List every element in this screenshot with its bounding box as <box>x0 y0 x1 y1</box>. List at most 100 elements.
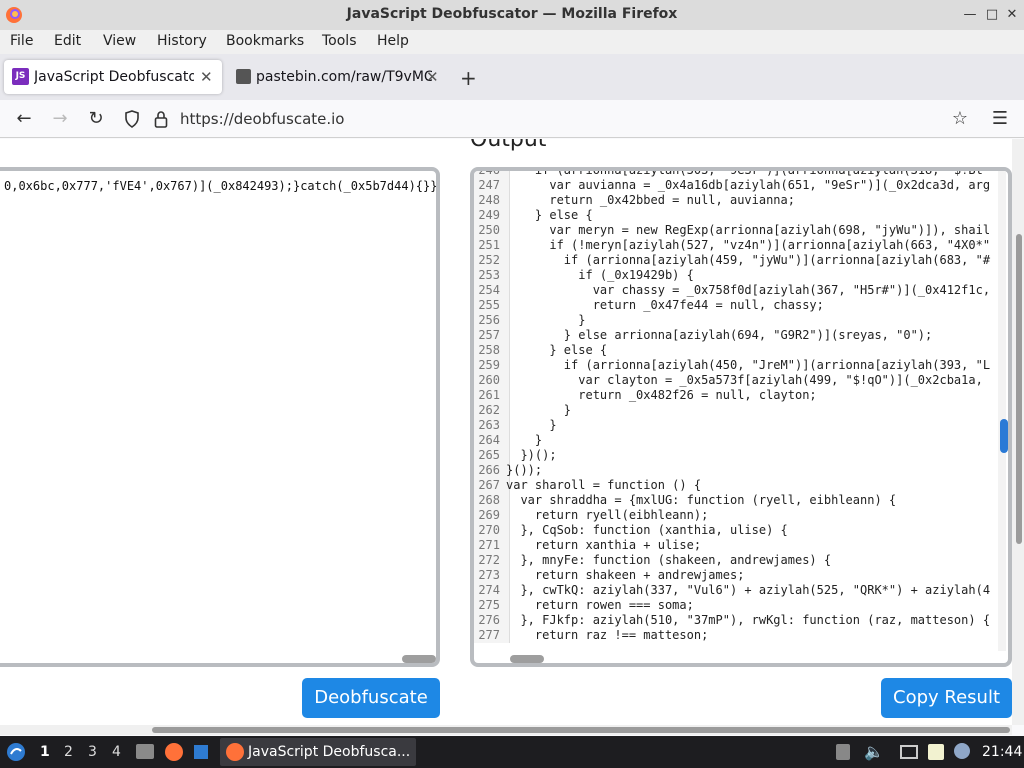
code-line: 251 if (!meryn[aziylah(527, "vz4n")](arr… <box>474 238 996 253</box>
menu-history[interactable]: History <box>157 33 207 49</box>
tab-deobfuscator[interactable]: JS JavaScript Deobfuscator ✕ <box>4 60 222 94</box>
code-line: 258 } else { <box>474 343 996 358</box>
workspace-3[interactable]: 3 <box>88 744 97 760</box>
minimize-button[interactable]: — <box>962 7 978 22</box>
new-tab-icon[interactable]: + <box>460 66 477 90</box>
start-menu-icon[interactable] <box>6 742 26 762</box>
line-number: 277 <box>478 628 500 642</box>
code-line: 271 return xanthia + ulise; <box>474 538 996 553</box>
code-line: 267 var sharoll = function () { <box>474 478 996 493</box>
bookmark-star-icon[interactable]: ☆ <box>948 107 972 131</box>
line-number: 251 <box>478 238 500 252</box>
line-number: 252 <box>478 253 500 267</box>
code-line: 265 })(); <box>474 448 996 463</box>
tray-upload-icon[interactable] <box>836 744 850 760</box>
back-arrow-icon[interactable]: ← <box>12 107 36 131</box>
menu-edit[interactable]: Edit <box>54 33 81 49</box>
menu-view[interactable]: View <box>103 33 136 49</box>
network-icon[interactable] <box>954 743 970 759</box>
line-text: if (arrionna[aziylah(459, "jyWu")](arrio… <box>506 253 991 267</box>
maximize-button[interactable]: □ <box>984 7 1000 22</box>
code-line: 256 } <box>474 313 996 328</box>
line-number: 259 <box>478 358 500 372</box>
menu-bookmarks[interactable]: Bookmarks <box>226 33 304 49</box>
window-titlebar: JavaScript Deobfuscator — Mozilla Firefo… <box>0 0 1024 30</box>
line-number: 267 <box>478 478 500 492</box>
output-v-scrollbar[interactable] <box>998 171 1006 651</box>
close-tab-icon[interactable]: ✕ <box>426 68 439 86</box>
display-icon[interactable] <box>900 745 918 759</box>
code-line: 255 return _0x47fe44 = null, chassy; <box>474 298 996 313</box>
reload-icon[interactable]: ↻ <box>84 107 108 131</box>
workspace-1[interactable]: 1 <box>40 744 50 760</box>
line-number: 254 <box>478 283 500 297</box>
code-line: 273 return shakeen + andrewjames; <box>474 568 996 583</box>
workspace-2[interactable]: 2 <box>64 744 73 760</box>
output-editor[interactable]: 246 if (arrionna[aziylah(303, "9eSr")](a… <box>470 167 1012 667</box>
line-text: return _0x47fe44 = null, chassy; <box>506 298 824 312</box>
input-editor[interactable]: 0,0x6bc,0x777,'fVE4',0x767)](_0x842493);… <box>0 167 440 667</box>
line-text: return raz !== matteson; <box>506 628 709 642</box>
line-number: 266 <box>478 463 500 477</box>
code-line: 246 if (arrionna[aziylah(303, "9eSr")](a… <box>474 171 996 178</box>
line-number: 253 <box>478 268 500 282</box>
workspace-4[interactable]: 4 <box>112 744 121 760</box>
window-icon[interactable] <box>194 745 208 759</box>
code-line: 262 } <box>474 403 996 418</box>
line-text: } <box>506 313 586 327</box>
output-h-scrollbar[interactable] <box>510 655 544 663</box>
code-line: 277 return raz !== matteson; <box>474 628 996 643</box>
menu-file[interactable]: File <box>10 33 33 49</box>
line-text: return _0x482f26 = null, clayton; <box>506 388 817 402</box>
output-code: 246 if (arrionna[aziylah(303, "9eSr")](a… <box>474 171 996 643</box>
line-number: 272 <box>478 553 500 567</box>
code-line: 274 }, cwTkQ: aziylah(337, "Vul6") + azi… <box>474 583 996 598</box>
firefox-launcher-icon[interactable] <box>165 743 183 761</box>
line-number: 269 <box>478 508 500 522</box>
menu-tools[interactable]: Tools <box>322 33 357 49</box>
deobfuscate-button[interactable]: Deobfuscate <box>302 678 440 718</box>
line-number: 260 <box>478 373 500 387</box>
code-line: 269 return ryell(eibhleann); <box>474 508 996 523</box>
code-line: 268 var shraddha = {mxlUG: function (rye… <box>474 493 996 508</box>
taskbar-app-label: JavaScript Deobfusca... <box>248 744 411 760</box>
line-text: } else { <box>506 208 593 222</box>
clipboard-icon[interactable] <box>928 744 944 760</box>
input-code: 0,0x6bc,0x777,'fVE4',0x767)](_0x842493);… <box>4 179 438 193</box>
line-text: var auvianna = _0x4a16db[aziylah(651, "9… <box>506 178 991 192</box>
code-line: 276 }, FJkfp: aziylah(510, "37mP"), rwKg… <box>474 613 996 628</box>
line-number: 261 <box>478 388 500 402</box>
line-number: 265 <box>478 448 500 462</box>
code-line: 270 }, CqSob: function (xanthia, ulise) … <box>474 523 996 538</box>
line-number: 271 <box>478 538 500 552</box>
forward-arrow-icon[interactable]: → <box>48 107 72 131</box>
code-line: 266}()); <box>474 463 996 478</box>
close-window-button[interactable]: ✕ <box>1004 7 1020 22</box>
line-text: var chassy = _0x758f0d[aziylah(367, "H5r… <box>506 283 991 297</box>
shield-icon[interactable] <box>124 110 140 128</box>
firefox-icon <box>226 743 244 761</box>
code-line: 261 return _0x482f26 = null, clayton; <box>474 388 996 403</box>
copy-result-button[interactable]: Copy Result <box>881 678 1012 718</box>
close-tab-icon[interactable]: ✕ <box>200 68 213 86</box>
code-line: 254 var chassy = _0x758f0d[aziylah(367, … <box>474 283 996 298</box>
url-bar[interactable]: https://deobfuscate.io <box>180 110 344 128</box>
line-number: 270 <box>478 523 500 537</box>
hamburger-menu-icon[interactable]: ☰ <box>988 107 1012 131</box>
line-number: 274 <box>478 583 500 597</box>
page-v-scrollbar-thumb[interactable] <box>1016 234 1022 544</box>
code-line: 248 return _0x42bbed = null, auvianna; <box>474 193 996 208</box>
menu-help[interactable]: Help <box>377 33 409 49</box>
output-v-scrollbar-thumb[interactable] <box>1000 419 1008 453</box>
taskbar-app-firefox[interactable]: JavaScript Deobfusca... <box>220 738 416 766</box>
line-text: return ryell(eibhleann); <box>506 508 709 522</box>
volume-icon[interactable]: 🔈 <box>864 742 884 761</box>
code-line: 252 if (arrionna[aziylah(459, "jyWu")](a… <box>474 253 996 268</box>
input-h-scrollbar[interactable] <box>402 655 436 663</box>
page-h-scrollbar-thumb[interactable] <box>152 727 1010 733</box>
code-line: 250 var meryn = new RegExp(arrionna[aziy… <box>474 223 996 238</box>
tab-pastebin[interactable]: pastebin.com/raw/T9vMC ✕ <box>228 60 442 94</box>
line-text: var shraddha = {mxlUG: function (ryell, … <box>506 493 897 507</box>
file-manager-icon[interactable] <box>136 744 154 759</box>
lock-icon[interactable] <box>154 110 168 128</box>
